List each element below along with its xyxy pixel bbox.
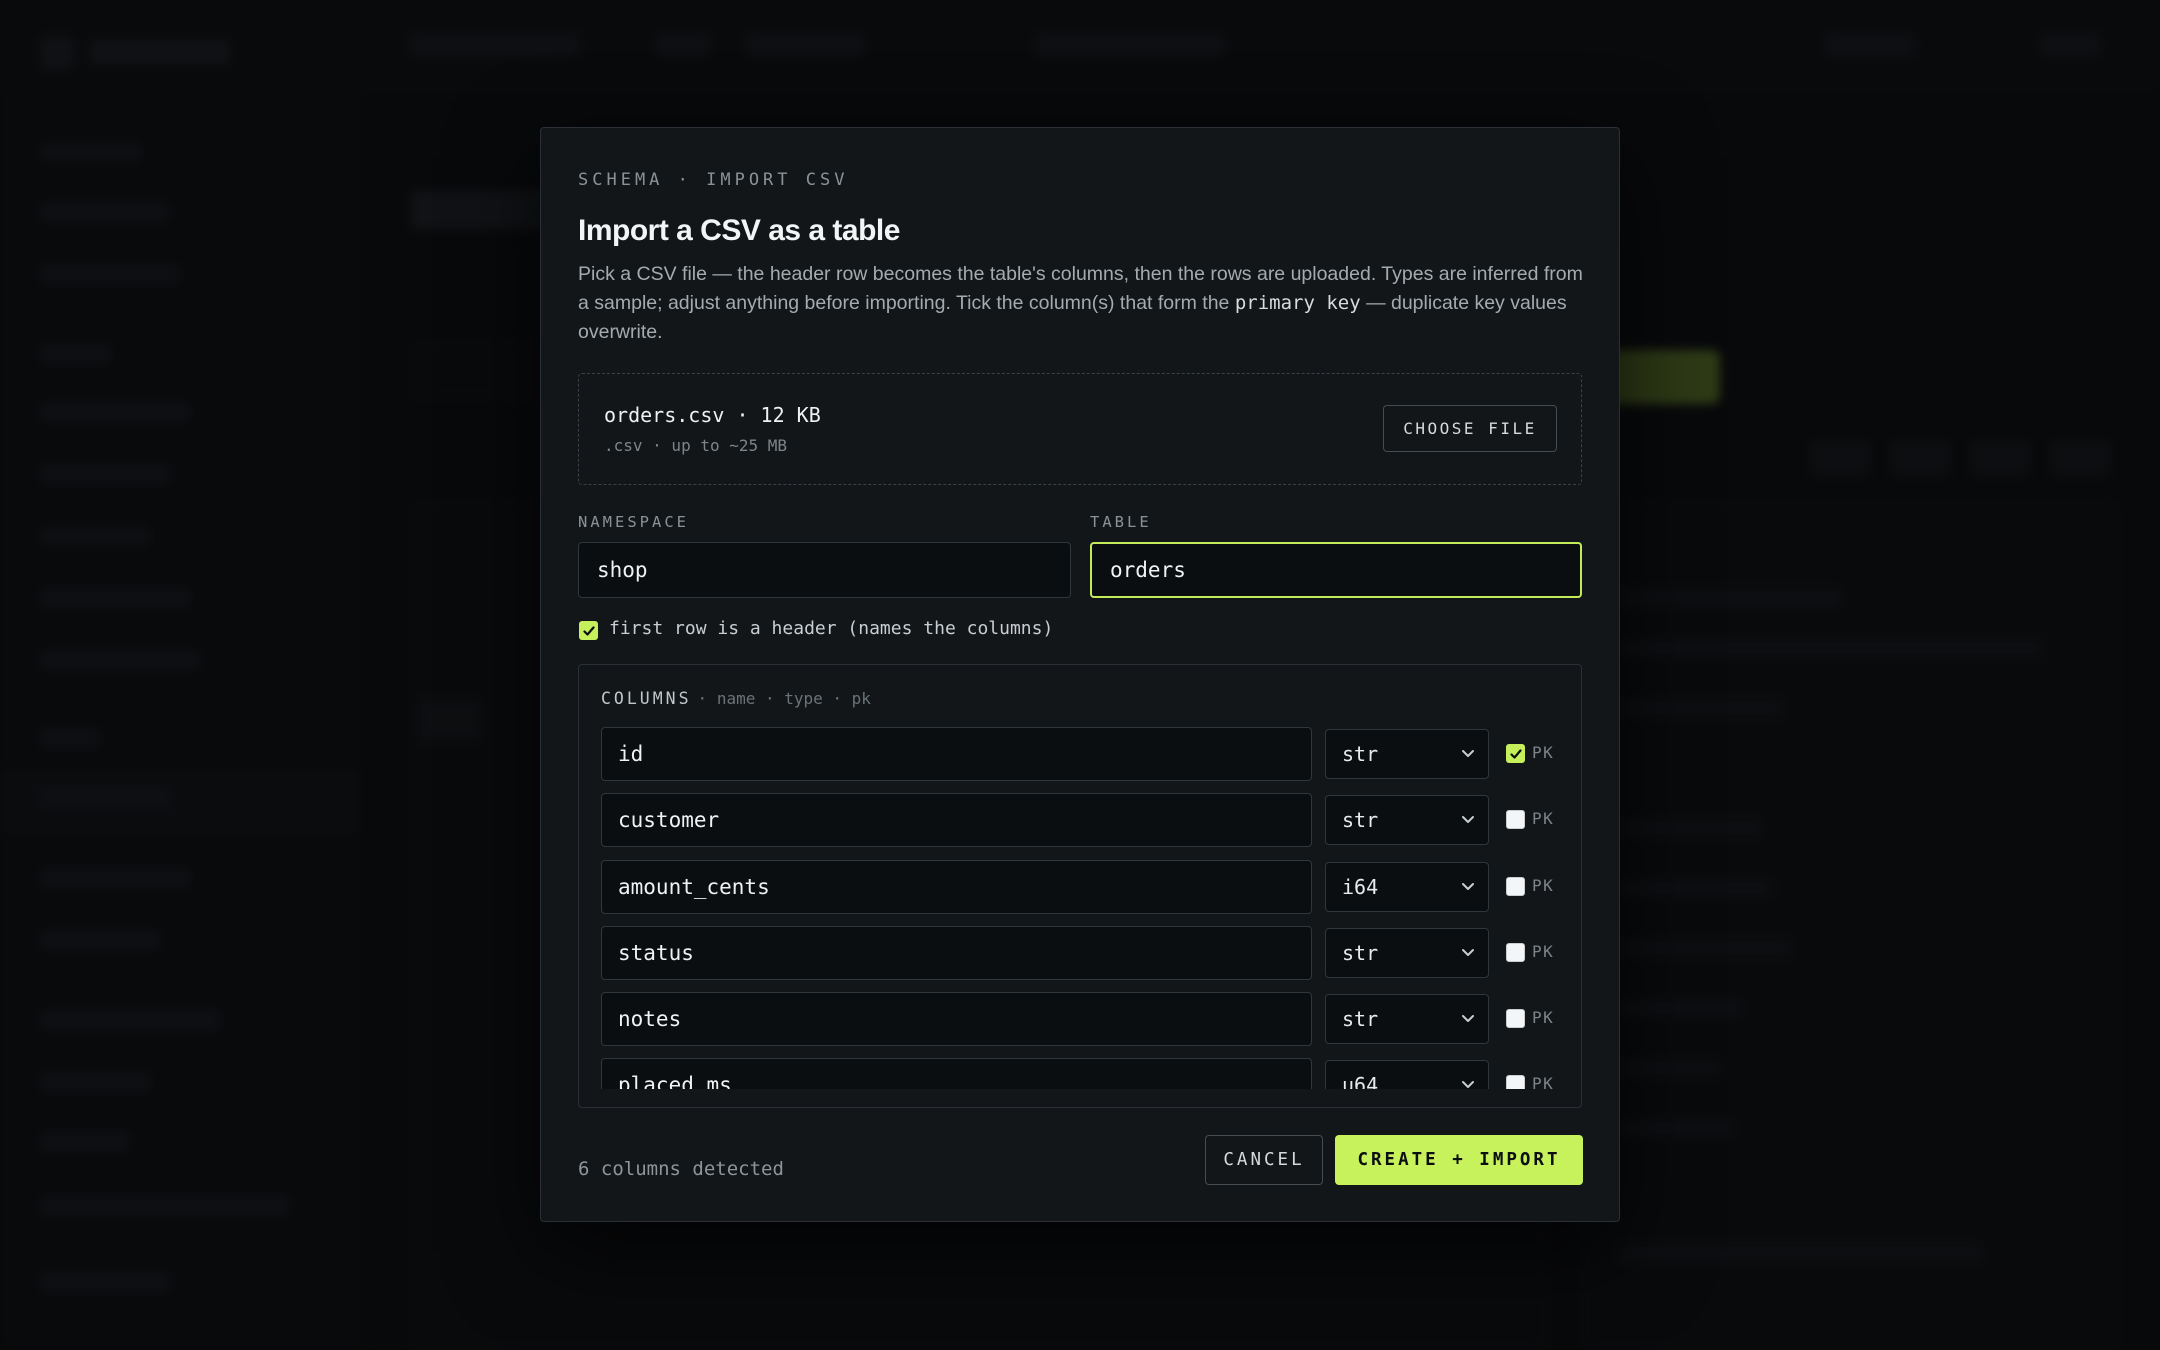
column-name-input[interactable]: amount_cents <box>601 860 1312 914</box>
table-label: TABLE <box>1090 513 1152 531</box>
columns-title: COLUMNS <box>601 689 692 708</box>
dialog-eyebrow: SCHEMA · IMPORT CSV <box>578 170 849 190</box>
chevron-down-icon <box>1462 750 1474 757</box>
import-csv-dialog: SCHEMA · IMPORT CSV Import a CSV as a ta… <box>540 127 1620 1222</box>
column-type-select[interactable]: str <box>1325 994 1489 1044</box>
primary-key-checkbox[interactable] <box>1506 877 1525 896</box>
columns-list[interactable]: id str PK customer str PK amount_cents i… <box>579 727 1581 1089</box>
column-type-select[interactable]: str <box>1325 928 1489 978</box>
columns-detected-count: 6 columns detected <box>578 1158 784 1180</box>
column-row: placed_ms u64 PK <box>601 1058 1561 1089</box>
primary-key-checkbox[interactable] <box>1506 744 1525 763</box>
column-type-value: str <box>1342 941 1379 965</box>
column-name-input[interactable]: customer <box>601 793 1312 847</box>
check-icon <box>582 625 595 636</box>
dialog-title: Import a CSV as a table <box>578 214 900 247</box>
column-type-select[interactable]: u64 <box>1325 1060 1489 1089</box>
primary-key-label: PK <box>1532 809 1555 828</box>
column-row: id str PK <box>601 727 1561 781</box>
column-type-select[interactable]: str <box>1325 729 1489 779</box>
check-icon <box>1509 748 1522 759</box>
chevron-down-icon <box>1462 949 1474 956</box>
column-type-select[interactable]: i64 <box>1325 862 1489 912</box>
selected-file-name: orders.csv · 12 KB <box>604 403 821 427</box>
column-type-value: u64 <box>1342 1073 1379 1089</box>
column-type-value: str <box>1342 742 1379 766</box>
choose-file-button[interactable]: CHOOSE FILE <box>1383 405 1557 452</box>
file-dropzone[interactable]: orders.csv · 12 KB .csv · up to ~25 MB C… <box>578 373 1582 485</box>
column-name-input[interactable]: status <box>601 926 1312 980</box>
file-hint: .csv · up to ~25 MB <box>604 436 788 455</box>
column-row: customer str PK <box>601 793 1561 847</box>
primary-key-checkbox[interactable] <box>1506 1009 1525 1028</box>
primary-key-checkbox[interactable] <box>1506 1075 1525 1089</box>
chevron-down-icon <box>1462 816 1474 823</box>
description-code: primary key <box>1234 292 1361 314</box>
chevron-down-icon <box>1462 1015 1474 1022</box>
primary-key-label: PK <box>1532 1008 1555 1027</box>
column-type-select[interactable]: str <box>1325 795 1489 845</box>
column-name-input[interactable]: id <box>601 727 1312 781</box>
columns-header: COLUMNS · name · type · pk <box>601 689 871 708</box>
chevron-down-icon <box>1462 883 1474 890</box>
column-name-input[interactable]: placed_ms <box>601 1058 1312 1089</box>
header-row-label[interactable]: first row is a header (names the columns… <box>609 618 1053 639</box>
cancel-button[interactable]: CANCEL <box>1205 1135 1323 1185</box>
column-row: amount_cents i64 PK <box>601 860 1561 914</box>
create-import-button[interactable]: CREATE + IMPORT <box>1335 1135 1583 1185</box>
table-input[interactable]: orders <box>1090 542 1582 598</box>
primary-key-checkbox[interactable] <box>1506 810 1525 829</box>
primary-key-label: PK <box>1532 942 1555 961</box>
namespace-input[interactable]: shop <box>578 542 1071 598</box>
chevron-down-icon <box>1462 1081 1474 1088</box>
column-row: status str PK <box>601 926 1561 980</box>
column-type-value: i64 <box>1342 875 1379 899</box>
dialog-description: Pick a CSV file — the header row becomes… <box>578 260 1588 347</box>
column-type-value: str <box>1342 808 1379 832</box>
primary-key-label: PK <box>1532 743 1555 762</box>
column-name-input[interactable]: notes <box>601 992 1312 1046</box>
columns-subtitle: · name · type · pk <box>697 689 871 708</box>
primary-key-label: PK <box>1532 1074 1555 1089</box>
primary-key-label: PK <box>1532 876 1555 895</box>
header-row-checkbox[interactable] <box>579 621 598 640</box>
primary-key-checkbox[interactable] <box>1506 943 1525 962</box>
column-type-value: str <box>1342 1007 1379 1031</box>
column-row: notes str PK <box>601 992 1561 1046</box>
namespace-label: NAMESPACE <box>578 513 689 531</box>
columns-panel: COLUMNS · name · type · pk id str PK cust… <box>578 664 1582 1108</box>
